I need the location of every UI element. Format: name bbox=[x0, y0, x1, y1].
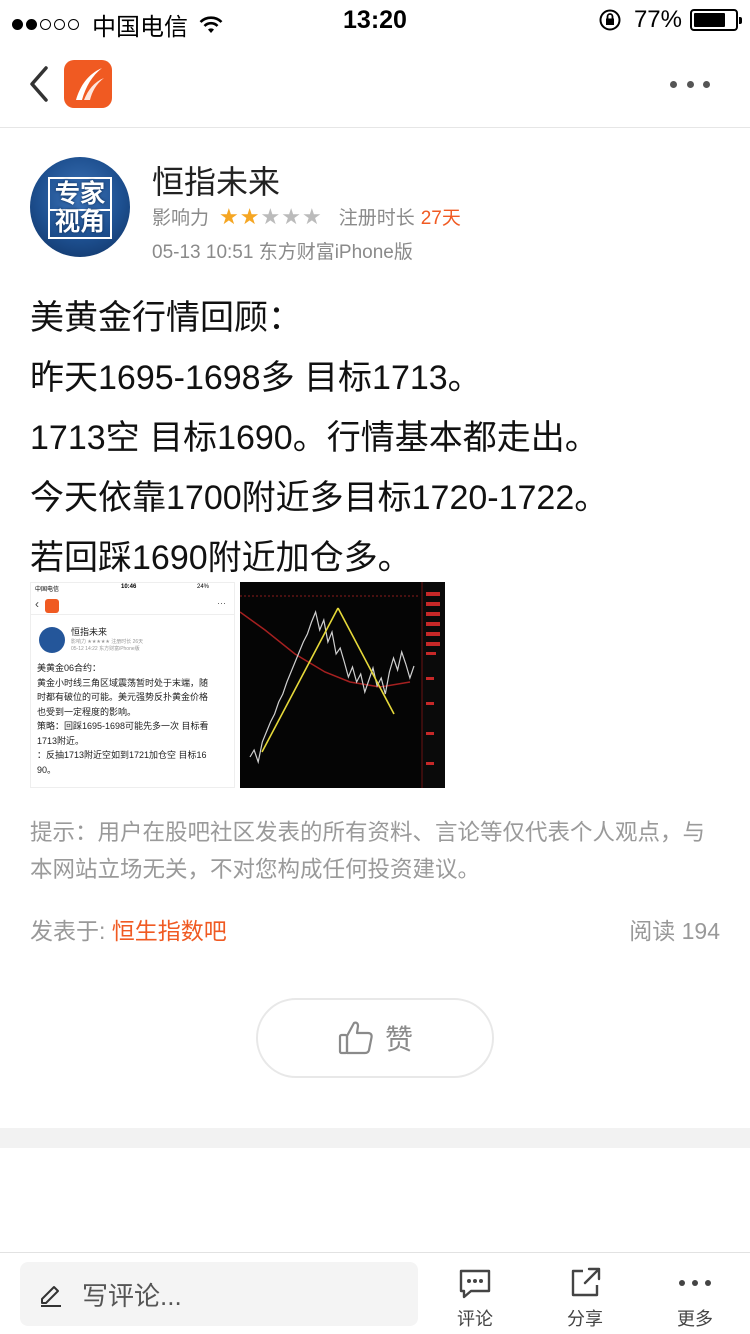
register-days: 27天 bbox=[420, 208, 461, 229]
battery-percent: 77% bbox=[633, 6, 682, 33]
avatar-text-line2: 视角 bbox=[48, 207, 112, 239]
back-chevron-icon[interactable] bbox=[24, 62, 56, 106]
nav-bar bbox=[0, 40, 750, 128]
influence-stars: ★★★★★ bbox=[219, 204, 323, 230]
avatar-text-line1: 专家 bbox=[48, 177, 112, 211]
content-line: 今天依靠1700附近多目标1720-1722。 bbox=[30, 479, 609, 517]
content-line: 若回踩1690附近加仓多。 bbox=[30, 539, 412, 577]
more-menu-button[interactable] bbox=[670, 72, 710, 96]
content-line: 1713空 目标1690。行情基本都走出。 bbox=[30, 419, 599, 457]
author-name[interactable]: 恒指未来 bbox=[152, 157, 280, 203]
thumb-line: 90。 bbox=[37, 764, 57, 775]
thumb-more-icon: ··· bbox=[217, 598, 226, 608]
rotation-lock-icon bbox=[599, 9, 621, 31]
thumbs-up-icon bbox=[338, 1021, 373, 1055]
candlestick-chart-image bbox=[240, 582, 445, 788]
like-label: 赞 bbox=[384, 1024, 413, 1055]
read-number: 194 bbox=[681, 918, 720, 944]
influence-label: 影响力 bbox=[152, 208, 210, 229]
thumb-line: 策略：回踩1695-1698可能先多一次 目标看 bbox=[37, 721, 209, 731]
star-icon: ★ bbox=[219, 203, 240, 229]
thumb-meta-line: 05-12 14:22 东方财富iPhone版 bbox=[71, 646, 140, 652]
thumb-nav: ‹ ··· bbox=[31, 595, 234, 615]
thumb-avatar bbox=[39, 627, 65, 653]
thumb-line: 时都有破位的可能。美元强势反扑黄金价格 bbox=[37, 692, 209, 702]
section-divider bbox=[0, 1128, 750, 1148]
thumb-meta-line: 影响力 ★★★★★ 注册时长 26天 bbox=[71, 639, 144, 645]
disclaimer-text: 提示：用户在股吧社区发表的所有资料、言论等仅代表个人观点，与本网站立场无关，不对… bbox=[30, 820, 706, 882]
thumb-line: 1713附近。 bbox=[37, 735, 85, 746]
thumb-back-icon: ‹ bbox=[35, 597, 39, 611]
content-line: 美黄金行情回顾： bbox=[30, 299, 302, 337]
comment-placeholder: 写评论... bbox=[82, 1280, 182, 1311]
post-images: 中国电信 10:46 24% ‹ ··· 恒指未来 影响力 ★★★★★ 注册时长… bbox=[30, 582, 445, 788]
post-timestamp: 05-13 10:51 东方财富iPhone版 bbox=[152, 242, 413, 263]
thumb-battery: 24% bbox=[197, 584, 210, 590]
more-tool-label: 更多 bbox=[677, 1309, 713, 1329]
more-button[interactable]: 更多 bbox=[665, 1263, 725, 1331]
thumb-author-name: 恒指未来 bbox=[71, 627, 108, 637]
pencil-icon bbox=[41, 1286, 61, 1307]
register-label: 注册时长 bbox=[338, 208, 415, 229]
posted-bar-link[interactable]: 恒生指数吧 bbox=[112, 918, 227, 944]
thumb-author-meta: 影响力 ★★★★★ 注册时长 26天 05-12 14:22 东方财富iPhon… bbox=[71, 638, 143, 652]
read-label: 阅读 bbox=[629, 918, 676, 944]
dot bbox=[670, 80, 677, 88]
share-icon bbox=[571, 1267, 601, 1297]
comment-input[interactable]: 写评论... bbox=[20, 1262, 418, 1326]
comment-button[interactable]: 评论 bbox=[445, 1263, 505, 1331]
chart-thumbnail[interactable] bbox=[240, 582, 445, 788]
content-line: 昨天1695-1698多 目标1713。 bbox=[30, 359, 482, 397]
like-button[interactable]: 赞 bbox=[256, 998, 494, 1078]
dot bbox=[703, 80, 710, 88]
avatar[interactable]: 专家 视角 bbox=[30, 157, 130, 257]
thumb-line: 美黄金06合约： bbox=[37, 663, 102, 673]
status-right: 77% bbox=[598, 6, 742, 34]
eastmoney-logo-icon[interactable] bbox=[64, 60, 112, 108]
author-meta: 影响力 ★★★★★ 注册时长 27天 bbox=[152, 203, 461, 230]
dot bbox=[686, 80, 694, 88]
more-dots-icon bbox=[665, 1265, 725, 1301]
bottom-toolbar: 写评论... 评论 分享 更多 bbox=[0, 1252, 750, 1334]
battery-icon bbox=[690, 9, 742, 31]
star-icon: ★ bbox=[281, 203, 302, 229]
share-button[interactable]: 分享 bbox=[555, 1263, 615, 1331]
read-count: 阅读 194 bbox=[629, 912, 720, 946]
posted-in: 发表于: 恒生指数吧 bbox=[30, 912, 227, 946]
screenshot-thumbnail[interactable]: 中国电信 10:46 24% ‹ ··· 恒指未来 影响力 ★★★★★ 注册时长… bbox=[30, 582, 235, 788]
thumb-status-bar: 中国电信 10:46 24% bbox=[31, 583, 234, 593]
thumb-carrier: 中国电信 bbox=[35, 587, 60, 593]
author-header: 专家 视角 恒指未来 影响力 ★★★★★ 注册时长 27天 05-13 10:5… bbox=[30, 155, 720, 265]
thumb-line: ：反抽1713附近空如到1721加仓空 目标16 bbox=[37, 750, 207, 760]
posted-label: 发表于: bbox=[30, 918, 106, 944]
star-icon: ★ bbox=[239, 203, 261, 229]
star-icon: ★ bbox=[301, 203, 323, 229]
thumb-logo-icon bbox=[45, 599, 59, 613]
share-tool-label: 分享 bbox=[567, 1309, 603, 1329]
status-bar: 中国电信 13:20 77% bbox=[0, 0, 750, 41]
thumb-line: 也受到一定程度的影响。 bbox=[37, 706, 137, 717]
thumb-time: 10:46 bbox=[121, 584, 137, 590]
thumb-line: 黄金小时线三角区域震荡暂时处于末端，随 bbox=[37, 677, 209, 688]
star-icon: ★ bbox=[260, 203, 282, 229]
comment-bubble-icon bbox=[459, 1269, 491, 1299]
comment-tool-label: 评论 bbox=[457, 1309, 493, 1329]
thumb-text: 美黄金06合约： 黄金小时线三角区域震荡暂时处于末端，随 时都有破位的可能。美元… bbox=[37, 661, 233, 777]
post-content: 美黄金行情回顾： 昨天1695-1698多 目标1713。 1713空 目标16… bbox=[30, 288, 730, 588]
